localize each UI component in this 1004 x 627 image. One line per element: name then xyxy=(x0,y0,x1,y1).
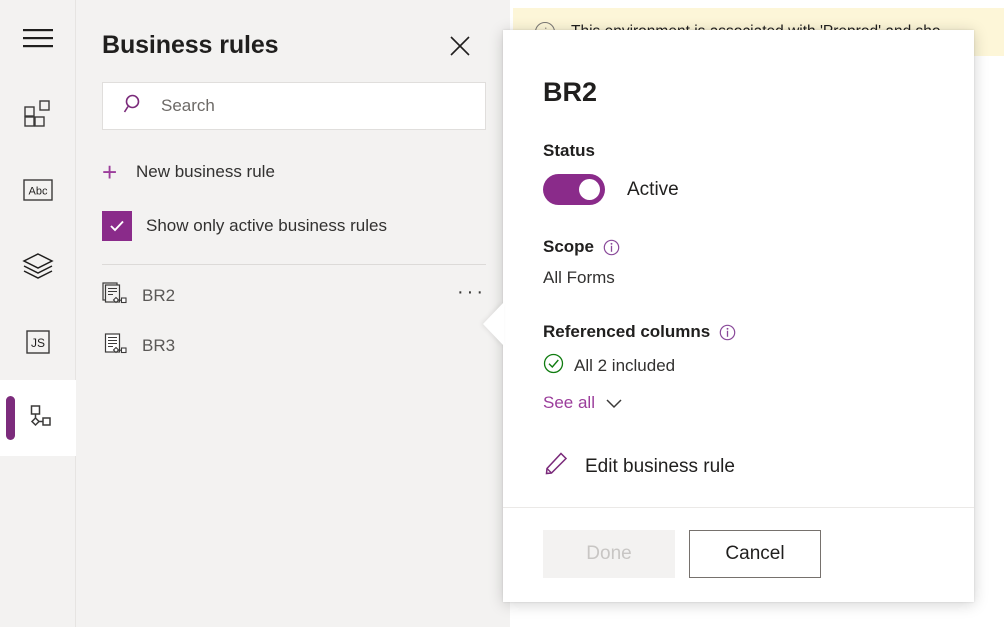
see-all-label: See all xyxy=(543,393,595,413)
referenced-columns-section: Referenced columns xyxy=(543,322,938,413)
status-toggle-row: Active xyxy=(543,174,938,205)
more-options-button[interactable]: ··· xyxy=(457,287,486,305)
panel-divider xyxy=(102,264,486,265)
close-button[interactable] xyxy=(444,32,476,64)
new-business-rule-button[interactable]: + New business rule xyxy=(102,156,486,188)
chevron-down-icon xyxy=(605,397,623,409)
list-item-label: BR2 xyxy=(142,286,457,306)
svg-text:JS: JS xyxy=(31,336,45,350)
plus-icon: + xyxy=(102,159,128,185)
cancel-button[interactable]: Cancel xyxy=(689,530,821,578)
referenced-columns-status: All 2 included xyxy=(543,353,938,379)
business-rule-list: BR2 ··· BR3 xyxy=(76,271,510,371)
sidebar-item-layers[interactable] xyxy=(0,228,76,304)
js-icon: JS xyxy=(24,329,52,355)
search-icon xyxy=(123,93,145,120)
business-rule-detail-callout: BR2 Status Active Scope xyxy=(503,30,974,602)
checkbox-checked-icon xyxy=(102,211,132,241)
list-item[interactable]: BR3 xyxy=(76,321,510,371)
hamburger-menu-icon xyxy=(21,26,55,50)
sidebar-item-menu[interactable] xyxy=(0,0,76,76)
sidebar-item-components[interactable] xyxy=(0,76,76,152)
list-item[interactable]: BR2 ··· xyxy=(76,271,510,321)
scope-section: Scope All Forms xyxy=(543,237,938,288)
referenced-columns-label-row: Referenced columns xyxy=(543,322,938,342)
check-circle-icon xyxy=(543,353,565,379)
layers-icon xyxy=(22,252,54,280)
status-label-row: Status xyxy=(543,141,938,161)
show-only-active-checkbox[interactable]: Show only active business rules xyxy=(102,210,486,242)
new-business-rule-label: New business rule xyxy=(136,162,275,182)
scope-value: All Forms xyxy=(543,268,938,288)
referenced-columns-label: Referenced columns xyxy=(543,322,710,342)
sidebar-item-business-rules[interactable] xyxy=(0,380,76,456)
panel-header: Business rules xyxy=(76,0,510,64)
status-toggle[interactable] xyxy=(543,174,605,205)
status-label: Status xyxy=(543,141,595,161)
sidebar-item-choices[interactable]: Abc xyxy=(0,152,76,228)
close-icon xyxy=(449,35,471,62)
info-circle-icon[interactable] xyxy=(603,239,620,256)
referenced-columns-status-text: All 2 included xyxy=(574,356,675,376)
business-rule-icon xyxy=(102,331,128,362)
sidebar-item-javascript[interactable]: JS xyxy=(0,304,76,380)
edit-business-rule-label: Edit business rule xyxy=(585,456,735,478)
scope-label-row: Scope xyxy=(543,237,938,257)
scope-label: Scope xyxy=(543,237,594,257)
status-section: Status Active xyxy=(543,141,938,205)
callout-beak xyxy=(483,302,504,346)
detail-title: BR2 xyxy=(543,76,938,108)
search-input[interactable] xyxy=(159,95,473,117)
info-circle-icon[interactable] xyxy=(719,324,736,341)
page-title: Business rules xyxy=(102,30,278,60)
callout-footer: Done Cancel xyxy=(503,507,974,602)
list-item-label: BR3 xyxy=(142,336,486,356)
show-only-active-label: Show only active business rules xyxy=(146,216,387,236)
done-button[interactable]: Done xyxy=(543,530,675,578)
callout-body: BR2 Status Active Scope xyxy=(503,30,974,507)
business-rules-icon xyxy=(23,403,53,433)
toggle-knob xyxy=(579,179,600,200)
selection-indicator xyxy=(6,396,15,440)
business-rule-icon xyxy=(102,281,128,312)
pencil-icon xyxy=(543,451,569,482)
see-all-link[interactable]: See all xyxy=(543,393,623,413)
abc-text-icon: Abc xyxy=(22,178,54,202)
business-rules-panel: Business rules + New busi xyxy=(76,0,510,627)
search-box[interactable] xyxy=(102,82,486,130)
components-icon xyxy=(23,99,53,129)
status-value: Active xyxy=(627,179,679,201)
left-icon-rail: Abc JS xyxy=(0,0,76,627)
edit-business-rule-button[interactable]: Edit business rule xyxy=(543,451,938,482)
svg-text:Abc: Abc xyxy=(29,186,48,198)
app-root: Parent Account i This environment is ass… xyxy=(0,0,1004,627)
